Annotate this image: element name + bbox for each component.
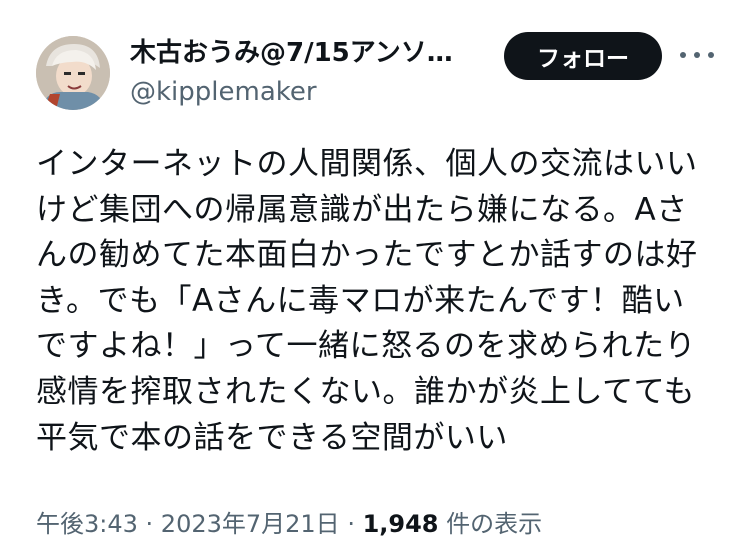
views-count[interactable]: 1,948 — [363, 510, 439, 538]
tweet-line: んの勧めてた本面白かったですとか話すのは好 — [36, 237, 698, 274]
tweet-time[interactable]: 午後3:43 — [36, 510, 138, 538]
follow-button[interactable]: フォロー — [504, 32, 662, 80]
more-dot — [694, 52, 700, 58]
more-dot — [680, 52, 686, 58]
more-options-icon[interactable] — [680, 40, 714, 70]
author-display-name[interactable]: 木古おうみ@7/15アンソ… — [130, 36, 480, 70]
author-handle[interactable]: @kipplemaker — [130, 75, 317, 109]
meta-separator: · — [339, 510, 363, 538]
tweet-line: けど集団への帰属意識が出たら嫌になる。Aさ — [36, 191, 688, 228]
tweet-line: 感情を搾取されたくない。誰かが炎上してても — [36, 373, 696, 410]
more-dot — [708, 52, 714, 58]
tweet-line: インターネットの人間関係、個人の交流はいい — [36, 146, 698, 182]
tweet-text: インターネットの人間関係、個人の交流はいい けど集団への帰属意識が出たら嫌になる… — [36, 142, 726, 461]
avatar-illustration — [36, 36, 110, 110]
views-label: 件の表示 — [438, 510, 543, 538]
tweet-line: き。でも「Aさんに毒マロが来たんです！酷い — [36, 282, 685, 319]
tweet-line: ですよね！」って一緒に怒るのを求められたり — [36, 328, 696, 365]
tweet-meta: 午後3:43 · 2023年7月21日 · 1,948 件の表示 — [36, 507, 542, 541]
avatar[interactable] — [36, 36, 110, 110]
meta-separator: · — [137, 510, 161, 538]
tweet-line: 平気で本の話をできる空間がいい — [36, 419, 508, 456]
tweet-date[interactable]: 2023年7月21日 — [161, 510, 340, 538]
